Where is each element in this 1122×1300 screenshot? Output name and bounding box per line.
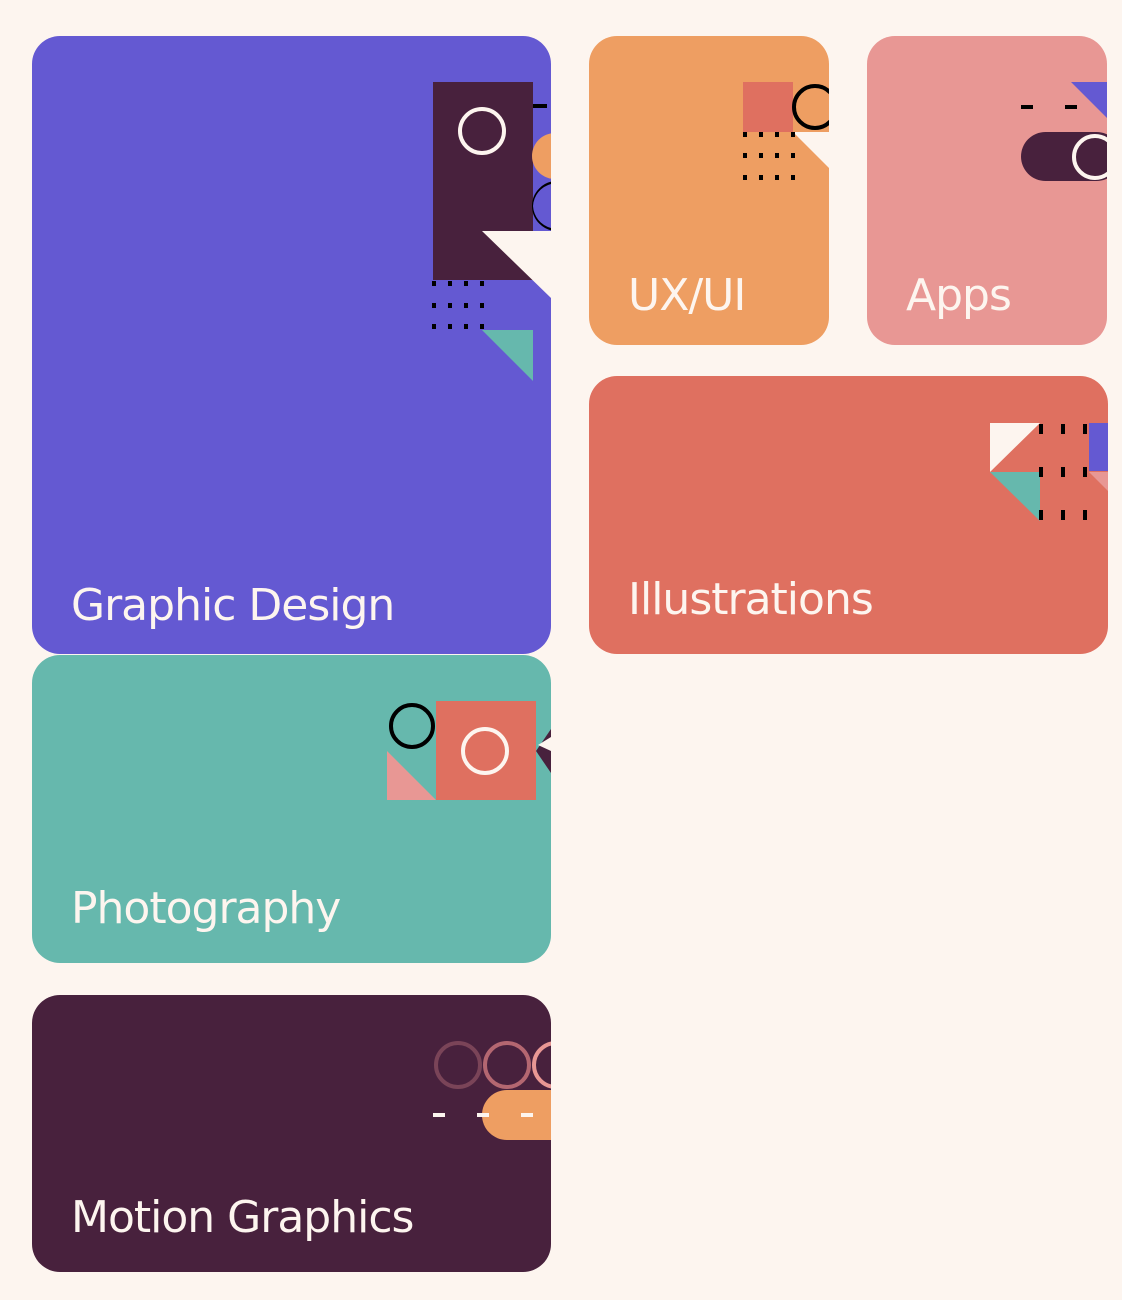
category-card-apps[interactable]: Apps	[867, 36, 1107, 345]
category-card-illustrations[interactable]: Illustrations	[589, 376, 1108, 654]
category-label: Photography	[71, 883, 341, 934]
category-label: Graphic Design	[71, 580, 395, 631]
category-label: Illustrations	[628, 574, 874, 625]
category-card-photography[interactable]: Photography	[32, 655, 551, 963]
category-card-motion-graphics[interactable]: Motion Graphics	[32, 995, 551, 1272]
graphic-design-illustration	[432, 82, 551, 381]
category-card-ux-ui[interactable]: UX/UI	[589, 36, 829, 345]
category-label: UX/UI	[628, 270, 746, 321]
category-card-graphic-design[interactable]: Graphic Design	[32, 36, 551, 654]
category-label: Motion Graphics	[71, 1192, 414, 1243]
category-label: Apps	[906, 270, 1012, 321]
